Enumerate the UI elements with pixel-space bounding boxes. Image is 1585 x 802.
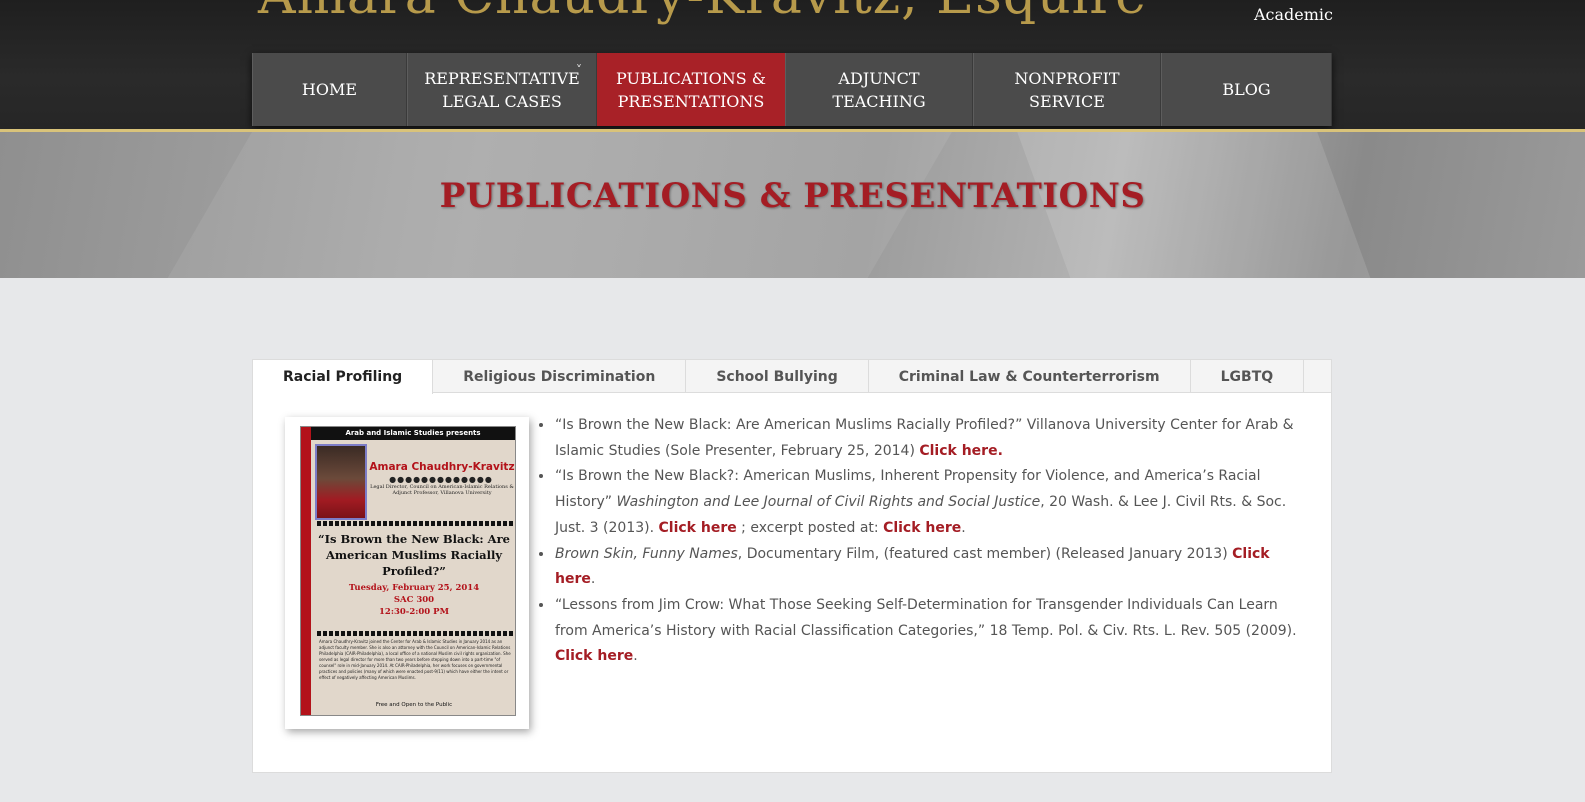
main-nav: HOME REPRESENTATIVE LEGAL CASES ˅ PUBLICA… (252, 53, 1332, 126)
tab-criminal-law-counterterrorism[interactable]: Criminal Law & Counterterrorism (869, 360, 1191, 393)
click-here-link[interactable]: Click here (659, 520, 737, 536)
chevron-down-icon[interactable]: ˅ (576, 59, 582, 82)
poster-headline: “Is Brown the New Black: Are American Mu… (318, 532, 510, 578)
poster-speaker-name: Amara Chaudhry-Kravitz (369, 461, 515, 473)
list-item: “Is Brown the New Black?: American Musli… (554, 464, 1298, 541)
tab-school-bullying[interactable]: School Bullying (686, 360, 869, 393)
nav-item-label: NONPROFIT SERVICE (1014, 68, 1120, 111)
publication-list: “Is Brown the New Black: Are American Mu… (538, 413, 1298, 670)
page-banner: PUBLICATIONS & PRESENTATIONS (0, 132, 1585, 278)
nav-item-label: BLOG (1222, 80, 1271, 99)
list-item: “Lessons from Jim Crow: What Those Seeki… (554, 593, 1298, 670)
nav-item-label: PUBLICATIONS & PRESENTATIONS (616, 68, 766, 111)
page-title: PUBLICATIONS & PRESENTATIONS (439, 176, 1146, 216)
filmstrip-divider (317, 521, 513, 526)
filmstrip-divider (317, 631, 513, 636)
poster-dots: ●●●●●●●●●●●●● (389, 475, 493, 484)
poster-speaker-role: Legal Director, Council on American-Isla… (370, 484, 514, 496)
tab-religious-discrimination[interactable]: Religious Discrimination (433, 360, 687, 393)
tab-bar: Racial Profiling Religious Discriminatio… (253, 360, 1331, 394)
event-poster: Arab and Islamic Studies presents Amara … (300, 426, 516, 716)
poster-event-details: Tuesday, February 25, 2014 SAC 300 12:30… (348, 583, 480, 617)
tab-lgbtq[interactable]: LGBTQ (1191, 360, 1305, 393)
tagline: Academic (1253, 5, 1333, 24)
nav-item-home[interactable]: HOME (252, 53, 407, 126)
click-here-link[interactable]: Click here (555, 648, 633, 664)
nav-item-representative-legal-cases[interactable]: REPRESENTATIVE LEGAL CASES ˅ (407, 53, 597, 126)
poster-footer: Free and Open to the Public (375, 702, 453, 708)
click-here-link[interactable]: Click here (883, 520, 961, 536)
click-here-link[interactable]: Click here. (919, 443, 1003, 459)
tab-racial-profiling[interactable]: Racial Profiling (253, 360, 434, 394)
list-item: Brown Skin, Funny Names, Documentary Fil… (554, 542, 1298, 593)
poster-blurb: Amara Chaudhry-Kravitz joined the Center… (319, 639, 511, 680)
site-header: Amara Chaudry-Kravitz, Esquire Academic … (0, 0, 1585, 130)
nav-item-label: REPRESENTATIVE LEGAL CASES (424, 68, 580, 111)
event-poster-image[interactable]: Arab and Islamic Studies presents Amara … (285, 417, 529, 729)
nav-item-nonprofit-service[interactable]: NONPROFIT SERVICE (973, 53, 1161, 126)
nav-item-publications-presentations[interactable]: PUBLICATIONS & PRESENTATIONS (597, 53, 785, 126)
nav-item-label: ADJUNCT TEACHING (832, 68, 926, 111)
nav-item-label: HOME (301, 80, 358, 99)
tab-panel: Racial Profiling Religious Discriminatio… (252, 359, 1332, 773)
nav-item-blog[interactable]: BLOG (1161, 53, 1332, 126)
speaker-photo (315, 444, 367, 520)
poster-top-banner: Arab and Islamic Studies presents (311, 427, 515, 440)
nav-item-adjunct-teaching[interactable]: ADJUNCT TEACHING (785, 53, 973, 126)
site-title[interactable]: Amara Chaudry-Kravitz, Esquire (258, 0, 1147, 26)
list-item: “Is Brown the New Black: Are American Mu… (554, 413, 1298, 464)
